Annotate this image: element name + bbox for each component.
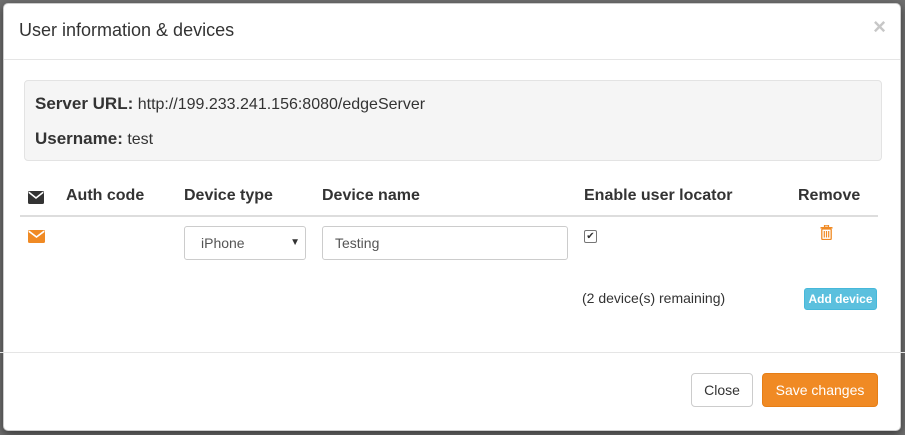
envelope-icon[interactable] — [28, 230, 45, 248]
header-device-name: Device name — [322, 187, 420, 204]
user-devices-modal: User information & devices × Server URL:… — [3, 3, 901, 431]
server-url-label: Server URL: — [35, 94, 134, 113]
username-label: Username: — [35, 129, 123, 148]
close-icon[interactable]: × — [873, 16, 886, 38]
server-url-value: http://199.233.241.156:8080/edgeServer — [137, 96, 426, 113]
envelope-icon — [28, 191, 44, 209]
device-type-value: iPhone — [201, 235, 245, 251]
header-remove: Remove — [798, 187, 861, 204]
header-device-type: Device type — [184, 187, 273, 204]
devices-table-header: Auth code Device type Device name Enable… — [20, 180, 878, 217]
enable-locator-checkbox[interactable]: ✔ — [584, 230, 597, 243]
add-device-button[interactable]: Add device — [804, 288, 877, 310]
chevron-down-icon: ▼ — [290, 237, 300, 248]
server-info-panel: Server URL: http://199.233.241.156:8080/… — [24, 80, 882, 161]
device-name-input[interactable]: Testing — [322, 226, 568, 260]
modal-header: User information & devices × — [4, 4, 900, 60]
username-value: test — [127, 131, 154, 148]
save-changes-button[interactable]: Save changes — [762, 373, 878, 407]
devices-remaining-text: (2 device(s) remaining) — [582, 290, 726, 306]
username-row: Username: test — [35, 129, 153, 149]
modal-title: User information & devices — [19, 20, 235, 40]
close-button[interactable]: Close — [691, 373, 753, 407]
header-auth-code: Auth code — [66, 187, 145, 204]
modal-footer-divider — [0, 352, 905, 353]
device-type-select[interactable]: iPhone ▼ — [184, 226, 306, 260]
trash-icon[interactable] — [820, 224, 833, 245]
header-enable-locator: Enable user locator — [584, 187, 733, 204]
server-url-row: Server URL: http://199.233.241.156:8080/… — [35, 94, 425, 114]
